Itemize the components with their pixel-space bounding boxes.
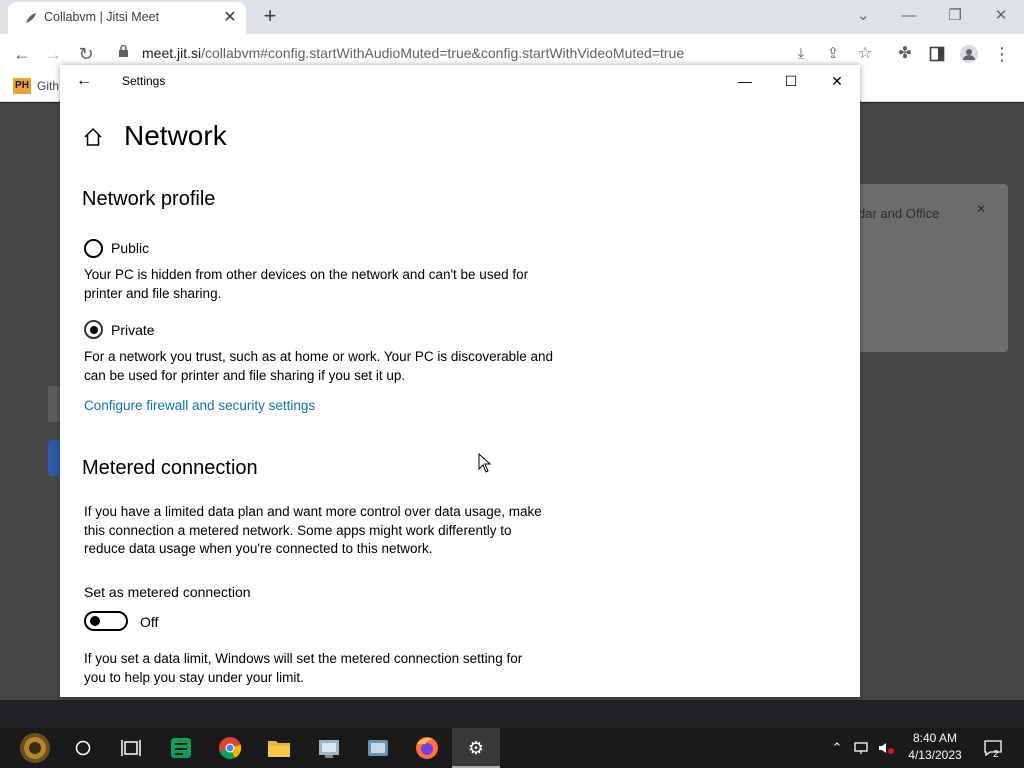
task-view-icon[interactable]: [107, 728, 155, 768]
configure-firewall-link[interactable]: Configure firewall and security settings: [84, 398, 315, 413]
extensions-icon[interactable]: ✤: [892, 41, 918, 67]
clock-time: 8:40 AM: [912, 731, 958, 745]
url-text: meet.jit.si/collabvm#config.startWithAud…: [142, 45, 684, 61]
volume-muted-icon[interactable]: [875, 728, 897, 768]
network-tray-icon[interactable]: [850, 728, 874, 768]
share-icon[interactable]: ⇪: [820, 41, 846, 67]
browser-close-button[interactable]: ✕: [978, 2, 1024, 30]
new-tab-button[interactable]: +: [258, 4, 282, 28]
browser-tab[interactable]: Collabvm | Jitsi Meet ✕: [8, 2, 246, 34]
bookmark-favicon-icon: PH: [13, 78, 31, 94]
action-center-icon[interactable]: [980, 728, 1006, 768]
settings-titlebar: ← Settings — ☐ ✕: [60, 65, 860, 97]
settings-close-button[interactable]: ✕: [814, 65, 860, 97]
data-limit-description: If you set a data limit, Windows will se…: [84, 651, 523, 685]
settings-app-icon[interactable]: ⚙: [452, 728, 500, 768]
page-title: Network: [124, 120, 227, 151]
background-dialog-text: dar and Office: [858, 206, 940, 221]
side-panel-icon[interactable]: [924, 41, 950, 67]
settings-window: ← Settings — ☐ ✕ Network Network profile…: [60, 65, 860, 697]
file-explorer-icon[interactable]: [255, 728, 303, 768]
sheets-app-icon[interactable]: [157, 728, 205, 768]
metered-toggle-state: Off: [140, 614, 159, 630]
settings-maximize-button[interactable]: ☐: [768, 65, 814, 97]
tray-overflow-chevron-icon[interactable]: ⌃: [826, 728, 848, 768]
search-icon[interactable]: [59, 728, 107, 768]
forward-arrow-icon[interactable]: →: [40, 41, 66, 67]
mouse-cursor-icon: [478, 453, 492, 473]
back-arrow-icon[interactable]: ←: [74, 71, 94, 91]
chrome-menu-icon[interactable]: ⋮: [989, 41, 1015, 67]
chrome-app-icon[interactable]: [206, 728, 254, 768]
system-clock[interactable]: 8:40 AM 4/13/2023: [896, 730, 974, 764]
metered-toggle-caption: Set as metered connection: [84, 584, 251, 600]
tab-search-icon[interactable]: ⌄: [840, 2, 886, 30]
gear-icon: ⚙: [467, 738, 485, 758]
bookmark-star-icon[interactable]: ☆: [852, 41, 878, 67]
network-profile-heading: Network profile: [82, 188, 216, 210]
background-dialog-close-icon: ✕: [976, 202, 987, 216]
reload-icon[interactable]: ↻: [73, 41, 99, 67]
profile-avatar-icon[interactable]: [956, 41, 982, 67]
settings-window-title: Settings: [122, 74, 166, 88]
clock-date: 4/13/2023: [908, 748, 962, 762]
lock-icon: [118, 44, 129, 61]
metered-connection-heading: Metered connection: [82, 457, 258, 479]
background-side-button: [48, 440, 60, 476]
firefox-app-icon[interactable]: [403, 728, 451, 768]
public-radio-label[interactable]: Public: [111, 240, 149, 256]
install-icon[interactable]: ⤓: [788, 41, 814, 67]
address-bar[interactable]: meet.jit.si/collabvm#config.startWithAud…: [110, 38, 880, 68]
private-description: For a network you trust, such as at home…: [84, 349, 553, 383]
browser-tabstrip: Collabvm | Jitsi Meet ✕ + ⌄ — ❐ ✕: [0, 0, 1024, 34]
metered-description: If you have a limited data plan and want…: [84, 504, 542, 556]
remote-app-icon[interactable]: [354, 728, 402, 768]
home-icon[interactable]: [83, 127, 103, 147]
notification-count-badge: 2: [993, 749, 999, 760]
tab-close-icon[interactable]: ✕: [220, 8, 240, 28]
start-button[interactable]: [8, 728, 62, 768]
background-side-element: [48, 386, 60, 422]
browser-minimize-button[interactable]: —: [886, 2, 932, 30]
url-path: /collabvm#config.startWithAudioMuted=tru…: [201, 45, 685, 61]
bookmark-item[interactable]: Gith: [37, 79, 59, 93]
tab-title: Collabvm | Jitsi Meet: [44, 10, 160, 24]
private-radio-label[interactable]: Private: [111, 322, 155, 338]
private-radio[interactable]: [84, 320, 103, 339]
url-domain: meet.jit.si: [142, 45, 202, 61]
public-radio[interactable]: [84, 239, 103, 258]
browser-restore-button[interactable]: ❐: [932, 2, 978, 30]
control-panel-icon[interactable]: [305, 728, 353, 768]
public-description: Your PC is hidden from other devices on …: [84, 267, 529, 301]
metered-toggle[interactable]: [84, 611, 128, 631]
jitsi-favicon-icon: [24, 11, 38, 25]
settings-minimize-button[interactable]: —: [722, 65, 768, 97]
back-arrow-icon[interactable]: ←: [9, 41, 35, 67]
taskbar: ⚙ ⌃ 8:40 AM 4/13/2023: [0, 728, 1024, 768]
